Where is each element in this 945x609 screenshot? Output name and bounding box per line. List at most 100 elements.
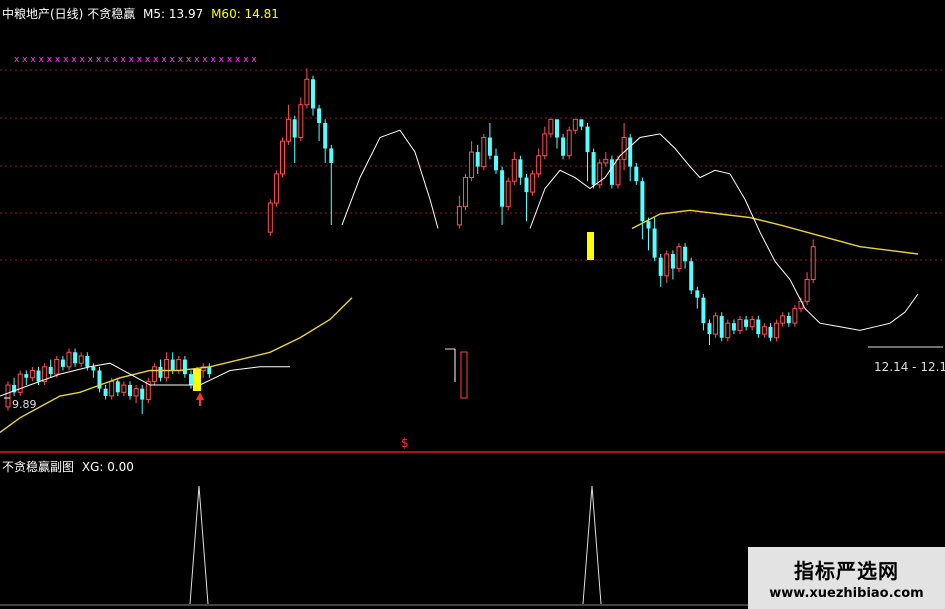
candle-up bbox=[298, 104, 304, 139]
candle-down bbox=[182, 359, 187, 375]
candle-down bbox=[60, 359, 65, 367]
candle-down bbox=[524, 177, 529, 193]
candle-down bbox=[475, 152, 480, 167]
candle-down bbox=[323, 122, 328, 149]
candle-down bbox=[707, 323, 712, 335]
top-marker-row: x x x x x x x x x x x x x x x x x x x x … bbox=[14, 55, 257, 65]
candle-down bbox=[744, 319, 749, 327]
candle-up bbox=[78, 355, 84, 364]
candle-up bbox=[151, 366, 157, 382]
candle-up bbox=[469, 151, 475, 179]
candle-up bbox=[54, 359, 60, 375]
candle-down bbox=[609, 159, 614, 185]
candle-down bbox=[634, 166, 639, 182]
sub-panel-title: 不贪稳赢副图 bbox=[2, 460, 75, 474]
candle-down bbox=[591, 152, 596, 185]
candle-down bbox=[317, 108, 322, 123]
top-markers: x x x x x x x x x x x x x x x x x x x x … bbox=[14, 55, 257, 65]
candle-up bbox=[749, 319, 755, 328]
candle-up bbox=[603, 158, 609, 164]
buy-arrow-icon bbox=[196, 392, 204, 406]
candle-up bbox=[176, 359, 182, 371]
candle-down bbox=[640, 181, 645, 222]
indicator-name: 不贪稳赢 bbox=[87, 7, 136, 21]
low-price-label: 9.89 bbox=[12, 398, 37, 411]
candle-up bbox=[109, 380, 115, 397]
candle-up bbox=[505, 180, 511, 208]
ma5-line bbox=[0, 129, 919, 397]
candle-down bbox=[91, 366, 96, 371]
candle-down bbox=[329, 148, 334, 163]
xg-spike bbox=[582, 485, 602, 605]
candle-up bbox=[5, 384, 11, 408]
candle-down bbox=[140, 388, 145, 400]
candle-up bbox=[463, 177, 468, 208]
candle-up bbox=[548, 118, 554, 135]
candle-down bbox=[158, 366, 163, 378]
watermark: 指标严选网 www.xuezhibiao.com bbox=[748, 547, 945, 609]
candle-down bbox=[683, 246, 688, 262]
sub-panel-header: 不贪稳赢副图 XG: 0.00 bbox=[2, 458, 134, 475]
candle-up bbox=[615, 158, 621, 186]
chart-header: 中粮地产(日线) 不贪稳赢 M5: 13.97 M60: 14.81 bbox=[2, 5, 279, 22]
candle-up bbox=[273, 173, 279, 204]
buy-signal-bar bbox=[587, 232, 594, 260]
stock-name: 中粮地产(日线) bbox=[2, 7, 84, 21]
candle-down bbox=[115, 381, 120, 393]
candle-up bbox=[664, 253, 670, 277]
candle-down bbox=[555, 119, 559, 138]
candle-up bbox=[530, 173, 536, 193]
candle-down bbox=[311, 79, 315, 109]
candle-up bbox=[725, 322, 731, 339]
candle-up bbox=[780, 315, 786, 324]
candle-down bbox=[500, 170, 505, 207]
candle-down bbox=[646, 221, 651, 229]
candle-up bbox=[267, 202, 273, 233]
candle-up bbox=[774, 322, 780, 339]
candle-down bbox=[85, 355, 90, 367]
candle-down bbox=[695, 290, 700, 298]
candle-up bbox=[536, 155, 542, 175]
candle-down bbox=[786, 315, 791, 324]
candle-up bbox=[511, 158, 517, 182]
candle-up bbox=[280, 140, 285, 175]
candle-up bbox=[481, 137, 487, 168]
kline-chart: x x x x x x x x x x x x x x x x x x x x … bbox=[0, 55, 945, 606]
candle-up bbox=[66, 351, 72, 368]
candle-down bbox=[689, 261, 694, 291]
candle-up bbox=[676, 246, 682, 270]
candle-down bbox=[48, 366, 53, 375]
candle-up bbox=[304, 78, 310, 106]
candle-down bbox=[579, 119, 584, 127]
candle-down bbox=[207, 366, 212, 375]
candle-up bbox=[29, 369, 35, 379]
chart-annotations: 9.89 12.14 - 12.18 $ bbox=[4, 232, 945, 450]
candle-down bbox=[487, 137, 492, 156]
candle-down bbox=[585, 126, 590, 153]
candle-down bbox=[170, 359, 175, 371]
candle-up bbox=[456, 206, 462, 226]
candle-down bbox=[670, 254, 675, 269]
candle-down bbox=[731, 323, 736, 331]
buy-signal-bar bbox=[193, 369, 201, 391]
candle-up bbox=[810, 246, 816, 280]
candles bbox=[5, 68, 816, 415]
candle-up bbox=[572, 118, 578, 131]
candle-up bbox=[286, 118, 292, 142]
candle-down bbox=[128, 385, 132, 396]
candle-up bbox=[566, 129, 572, 157]
candle-up bbox=[713, 315, 719, 335]
candle-up bbox=[133, 388, 139, 397]
candle-down bbox=[652, 228, 657, 258]
candle-down bbox=[73, 352, 78, 364]
watermark-url: www.xuezhibiao.com bbox=[769, 586, 924, 601]
candle-down bbox=[292, 119, 297, 138]
xg-value: XG: 0.00 bbox=[81, 460, 134, 474]
m5-value: M5: 13.97 bbox=[143, 7, 204, 21]
candle-up bbox=[621, 137, 627, 160]
xg-spike bbox=[189, 485, 209, 605]
candle-down bbox=[36, 370, 41, 382]
signal-dollar: $ bbox=[401, 436, 409, 450]
candle-up bbox=[804, 278, 810, 302]
candle-down bbox=[658, 257, 663, 276]
